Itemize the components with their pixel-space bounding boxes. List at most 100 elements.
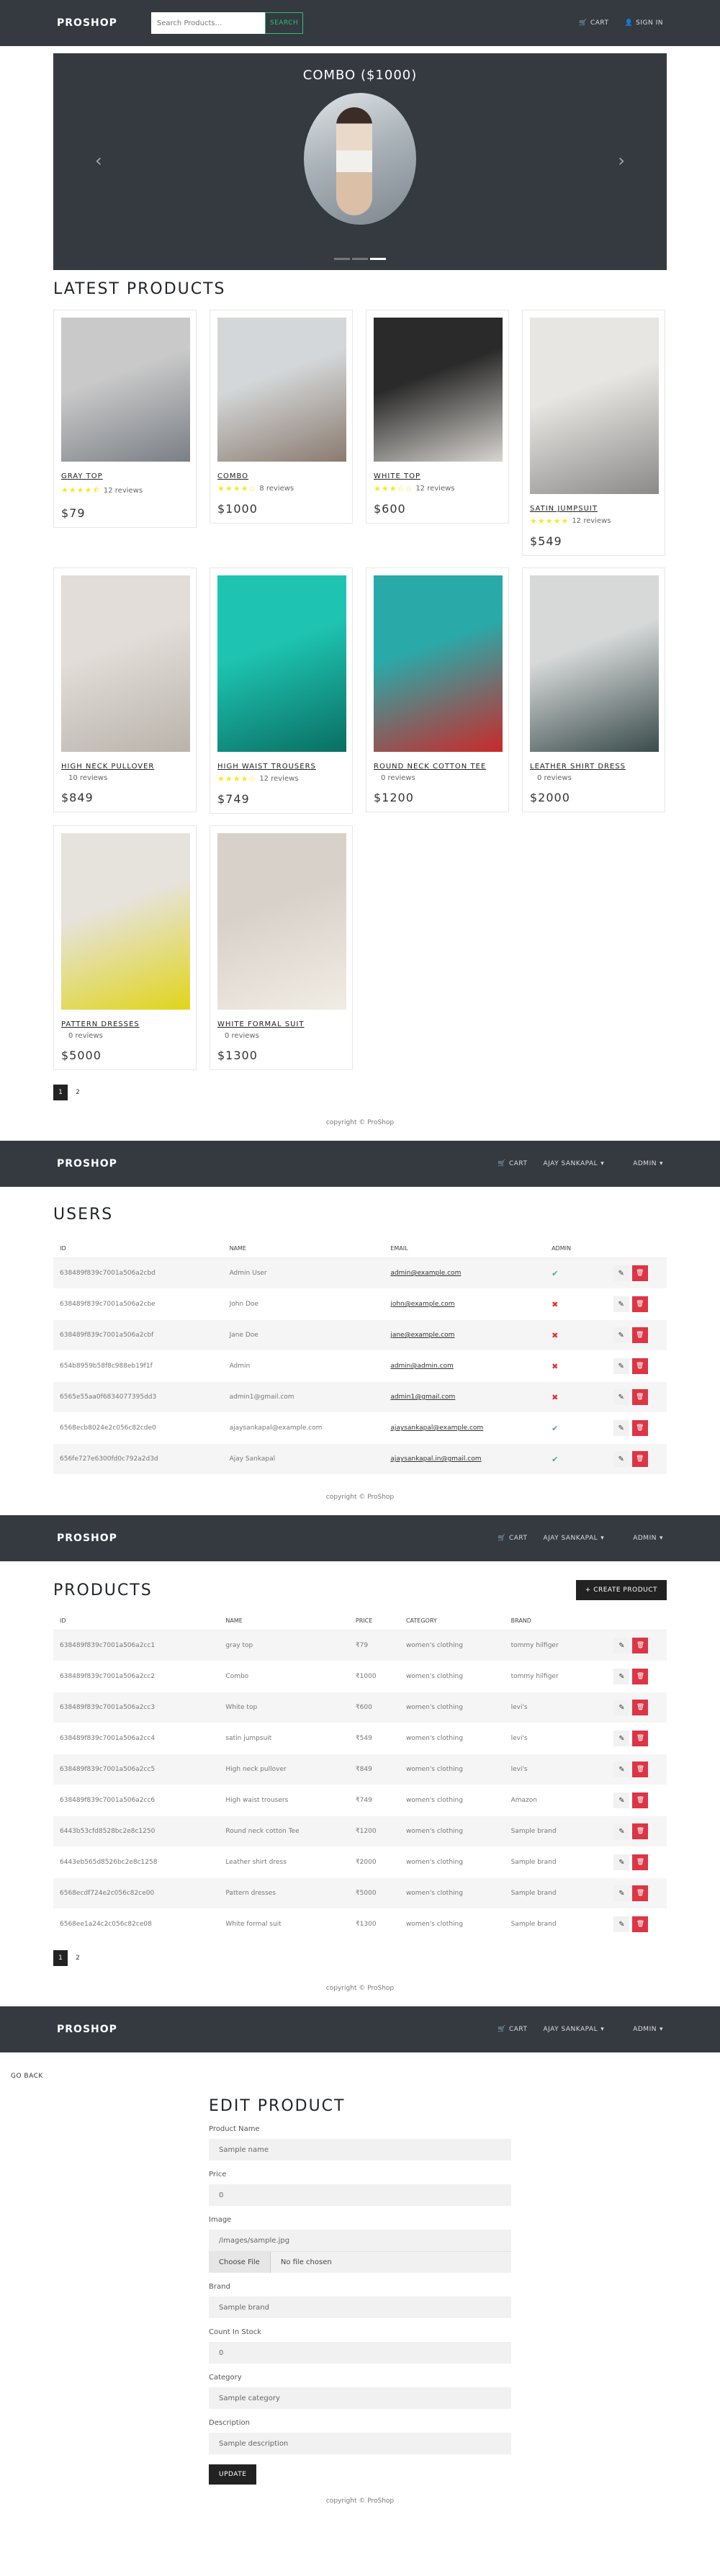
- product-image[interactable]: [61, 575, 190, 752]
- search-button[interactable]: SEARCH: [264, 12, 304, 34]
- email-link[interactable]: admin@admin.com: [390, 1363, 453, 1370]
- product-name-link[interactable]: WHITE FORMAL SUIT: [217, 1020, 345, 1029]
- edit-icon[interactable]: ✎: [613, 1420, 629, 1436]
- cart-link[interactable]: 🛒 CART: [498, 2026, 527, 2033]
- trash-icon[interactable]: 🗑: [631, 1451, 648, 1467]
- product-name-link[interactable]: HIGH NECK PULLOVER: [61, 762, 189, 771]
- trash-icon[interactable]: 🗑: [631, 1358, 648, 1374]
- category-field[interactable]: Sample category: [209, 2387, 511, 2409]
- product-image[interactable]: [374, 575, 503, 752]
- trash-icon[interactable]: 🗑: [632, 1854, 649, 1870]
- page-link[interactable]: 1: [53, 1085, 68, 1100]
- trash-icon[interactable]: 🗑: [632, 1885, 649, 1901]
- create-product-button[interactable]: + CREATE PRODUCT: [575, 1580, 667, 1600]
- trash-icon[interactable]: 🗑: [632, 1669, 649, 1684]
- brand-field[interactable]: Sample brand: [209, 2297, 511, 2318]
- carousel-next-icon[interactable]: ›: [618, 151, 625, 171]
- search-input[interactable]: [150, 12, 265, 34]
- go-back-button[interactable]: GO BACK: [0, 2052, 720, 2080]
- edit-icon[interactable]: ✎: [613, 1451, 629, 1467]
- product-card[interactable]: GRAY TOP ★★★★⯪ 12 reviews $79: [53, 310, 197, 528]
- trash-icon[interactable]: 🗑: [632, 1792, 649, 1808]
- carousel-image[interactable]: [304, 93, 416, 225]
- carousel-indicator[interactable]: [334, 258, 350, 260]
- edit-icon[interactable]: ✎: [613, 1669, 630, 1684]
- product-card[interactable]: WHITE FORMAL SUIT 0 reviews $1300: [210, 825, 353, 1070]
- product-card[interactable]: WHITE TOP ★★★☆☆ 12 reviews $600: [366, 310, 509, 524]
- email-link[interactable]: admin@example.com: [390, 1270, 461, 1277]
- brand-logo[interactable]: PROSHOP: [57, 1158, 117, 1170]
- trash-icon[interactable]: 🗑: [631, 1296, 648, 1312]
- trash-icon[interactable]: 🗑: [631, 1389, 648, 1405]
- trash-icon[interactable]: 🗑: [632, 1731, 649, 1746]
- product-image[interactable]: [530, 318, 659, 494]
- name-field[interactable]: Sample name: [209, 2139, 511, 2160]
- edit-icon[interactable]: ✎: [613, 1885, 630, 1901]
- product-card[interactable]: ROUND NECK COTTON TEE 0 reviews $1200: [366, 567, 509, 812]
- email-link[interactable]: jane@example.com: [390, 1332, 454, 1339]
- edit-icon[interactable]: ✎: [613, 1265, 629, 1281]
- image-field[interactable]: /images/sample.jpg: [209, 2230, 511, 2251]
- carousel-prev-icon[interactable]: ‹: [95, 151, 102, 171]
- email-link[interactable]: john@example.com: [390, 1301, 454, 1308]
- product-name-link[interactable]: ROUND NECK COTTON TEE: [374, 762, 501, 771]
- trash-icon[interactable]: 🗑: [632, 1762, 649, 1777]
- file-input[interactable]: Choose File No file chosen: [209, 2251, 511, 2273]
- edit-icon[interactable]: ✎: [613, 1327, 629, 1343]
- page-link[interactable]: 1: [53, 1950, 68, 1966]
- product-image[interactable]: [61, 318, 190, 462]
- product-card[interactable]: COMBO ★★★★☆ 8 reviews $1000: [210, 310, 353, 524]
- brand-logo[interactable]: PROSHOP: [57, 17, 117, 29]
- price-field[interactable]: 0: [209, 2184, 511, 2206]
- product-card[interactable]: LEATHER SHIRT DRESS 0 reviews $2000: [522, 567, 665, 812]
- description-field[interactable]: Sample description: [209, 2433, 511, 2454]
- cart-link[interactable]: 🛒 CART: [498, 1160, 527, 1167]
- admin-menu[interactable]: ADMIN ▾: [633, 1160, 663, 1167]
- cart-link[interactable]: 🛒 CART: [579, 19, 608, 27]
- product-name-link[interactable]: WHITE TOP: [374, 472, 501, 481]
- email-link[interactable]: ajaysankapal.in@gmail.com: [390, 1455, 481, 1463]
- edit-icon[interactable]: ✎: [613, 1296, 629, 1312]
- edit-icon[interactable]: ✎: [613, 1823, 630, 1839]
- edit-icon[interactable]: ✎: [613, 1731, 630, 1746]
- product-name-link[interactable]: HIGH WAIST TROUSERS: [217, 762, 345, 771]
- edit-icon[interactable]: ✎: [613, 1792, 630, 1808]
- product-image[interactable]: [374, 318, 503, 462]
- product-card[interactable]: HIGH NECK PULLOVER 10 reviews $849: [53, 567, 197, 812]
- trash-icon[interactable]: 🗑: [632, 1823, 649, 1839]
- product-name-link[interactable]: GRAY TOP: [61, 472, 189, 481]
- product-name-link[interactable]: PATTERN DRESSES: [61, 1020, 189, 1029]
- product-name-link[interactable]: LEATHER SHIRT DRESS: [530, 762, 657, 771]
- user-menu[interactable]: AJAY SANKAPAL ▾: [544, 1160, 605, 1167]
- trash-icon[interactable]: 🗑: [632, 1638, 649, 1653]
- stock-field[interactable]: 0: [209, 2342, 511, 2364]
- admin-menu[interactable]: ADMIN ▾: [633, 1535, 663, 1542]
- edit-icon[interactable]: ✎: [613, 1854, 630, 1870]
- product-image[interactable]: [530, 575, 659, 752]
- trash-icon[interactable]: 🗑: [632, 1916, 649, 1932]
- edit-icon[interactable]: ✎: [613, 1700, 630, 1715]
- trash-icon[interactable]: 🗑: [631, 1420, 648, 1436]
- trash-icon[interactable]: 🗑: [631, 1265, 648, 1281]
- brand-logo[interactable]: PROSHOP: [57, 2024, 117, 2035]
- user-menu[interactable]: AJAY SANKAPAL ▾: [544, 2026, 605, 2033]
- email-link[interactable]: ajaysankapal@example.com: [390, 1424, 483, 1432]
- edit-icon[interactable]: ✎: [613, 1916, 630, 1932]
- product-card[interactable]: SATIN JUMPSUIT ★★★★★ 12 reviews $549: [522, 310, 665, 556]
- product-image[interactable]: [217, 318, 346, 462]
- product-name-link[interactable]: COMBO: [217, 472, 345, 481]
- edit-icon[interactable]: ✎: [613, 1389, 629, 1405]
- product-image[interactable]: [217, 833, 346, 1010]
- product-image[interactable]: [61, 833, 190, 1010]
- product-card[interactable]: HIGH WAIST TROUSERS ★★★★☆ 12 reviews $749: [210, 567, 353, 814]
- trash-icon[interactable]: 🗑: [631, 1327, 648, 1343]
- edit-icon[interactable]: ✎: [613, 1358, 629, 1374]
- product-card[interactable]: PATTERN DRESSES 0 reviews $5000: [53, 825, 197, 1070]
- page-link[interactable]: 2: [71, 1950, 85, 1966]
- admin-menu[interactable]: ADMIN ▾: [633, 2026, 663, 2033]
- edit-icon[interactable]: ✎: [613, 1638, 630, 1653]
- trash-icon[interactable]: 🗑: [632, 1700, 649, 1715]
- product-carousel[interactable]: COMBO ($1000) ‹ ›: [53, 53, 667, 270]
- page-link[interactable]: 2: [71, 1085, 85, 1100]
- sign-in-link[interactable]: 👤 SIGN IN: [624, 19, 663, 27]
